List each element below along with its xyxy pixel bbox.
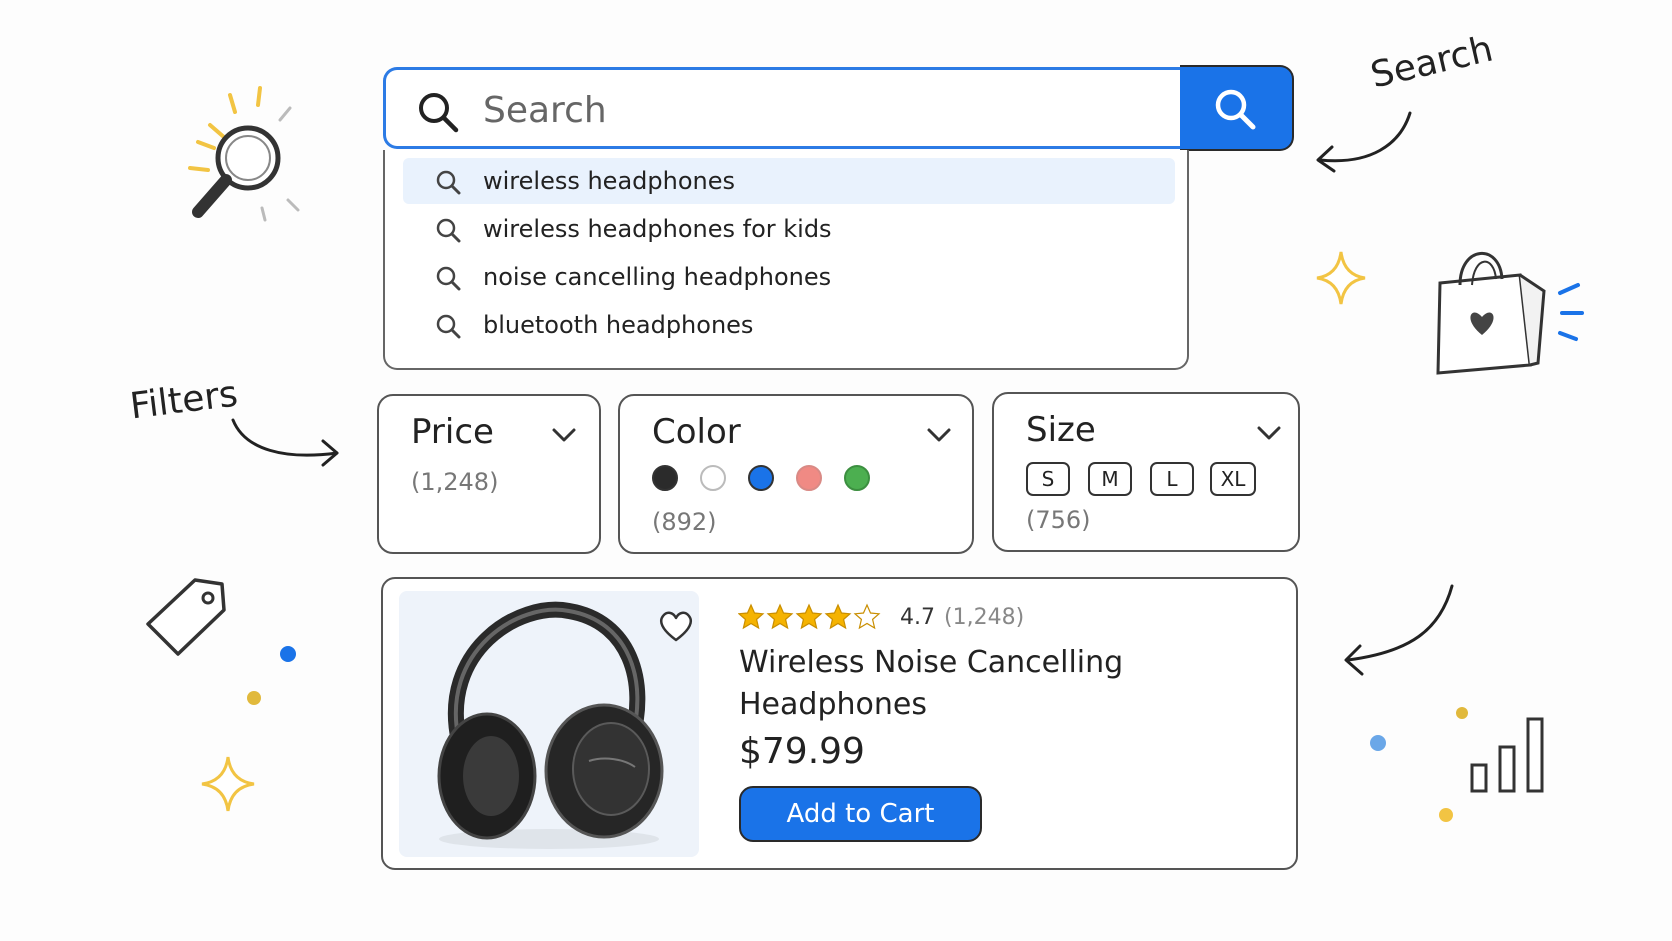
search-icon <box>436 170 461 195</box>
rating-value: 4.7 <box>900 605 935 630</box>
search-icon <box>436 218 461 243</box>
filter-count: (756) <box>1026 506 1091 534</box>
product-image[interactable] <box>399 591 699 857</box>
size-filter[interactable]: Size S M L XL (756) <box>992 392 1300 552</box>
product-price: $79.99 <box>739 731 865 772</box>
search-icon <box>419 93 459 133</box>
filter-count: (1,248) <box>411 468 499 496</box>
search-icon <box>436 314 461 339</box>
price-tag-icon <box>146 578 226 656</box>
add-to-cart-button[interactable]: Add to Cart <box>739 786 982 842</box>
color-filter[interactable]: Color (892) <box>618 394 974 554</box>
search-annotation: Search <box>1366 28 1497 97</box>
color-swatch-red[interactable] <box>796 465 822 491</box>
search-icon <box>1215 89 1256 130</box>
suggestion-item[interactable]: wireless headphones for kids <box>403 206 1175 252</box>
size-option-xl[interactable]: XL <box>1210 462 1256 496</box>
chevron-down-icon <box>927 428 951 442</box>
color-swatch-white[interactable] <box>700 465 726 491</box>
search-icon <box>436 266 461 291</box>
shopping-bag-icon <box>1436 251 1584 375</box>
filters-arrow-icon <box>231 418 339 467</box>
suggestion-item[interactable]: bluetooth headphones <box>403 302 1175 348</box>
size-option-s[interactable]: S <box>1026 462 1070 496</box>
card-arrow-icon <box>1344 584 1454 676</box>
search-button[interactable] <box>1180 65 1294 151</box>
bar-chart-doodle-icon <box>1370 707 1544 822</box>
confetti-dots-icon <box>247 646 296 705</box>
size-option-m[interactable]: M <box>1088 462 1132 496</box>
size-option-l[interactable]: L <box>1150 462 1194 496</box>
chevron-down-icon <box>1257 426 1281 440</box>
chevron-down-icon <box>552 428 576 442</box>
magnifier-doodle-icon <box>188 86 300 222</box>
suggestion-label: bluetooth headphones <box>483 311 754 339</box>
sparkle-icon <box>1316 251 1366 305</box>
filter-title: Color <box>652 412 741 452</box>
sparkle-icon <box>201 756 255 812</box>
filter-count: (892) <box>652 508 717 536</box>
color-swatch-black[interactable] <box>652 465 678 491</box>
search-input[interactable] <box>481 84 1165 136</box>
suggestion-label: wireless headphones for kids <box>483 215 832 243</box>
rating-stars <box>738 604 880 629</box>
filter-title: Size <box>1026 410 1096 450</box>
suggestion-item[interactable]: wireless headphones <box>403 158 1175 204</box>
search-arrow-icon <box>1316 111 1412 173</box>
heart-icon[interactable] <box>657 609 695 643</box>
product-card: 4.7 (1,248) Wireless Noise Cancelling He… <box>381 577 1298 870</box>
review-count: (1,248) <box>944 605 1025 630</box>
suggestion-label: wireless headphones <box>483 167 735 195</box>
product-title[interactable]: Wireless Noise Cancelling Headphones <box>739 642 1209 726</box>
filter-title: Price <box>411 412 494 452</box>
color-swatch-green[interactable] <box>844 465 870 491</box>
search-suggestions: wireless headphones wireless headphones … <box>383 150 1189 370</box>
search-box[interactable] <box>383 67 1183 149</box>
price-filter[interactable]: Price (1,248) <box>377 394 601 554</box>
color-swatch-blue[interactable] <box>748 465 774 491</box>
filters-annotation: Filters <box>127 373 241 428</box>
suggestion-label: noise cancelling headphones <box>483 263 832 291</box>
headphones-image <box>437 601 664 849</box>
suggestion-item[interactable]: noise cancelling headphones <box>403 254 1175 300</box>
